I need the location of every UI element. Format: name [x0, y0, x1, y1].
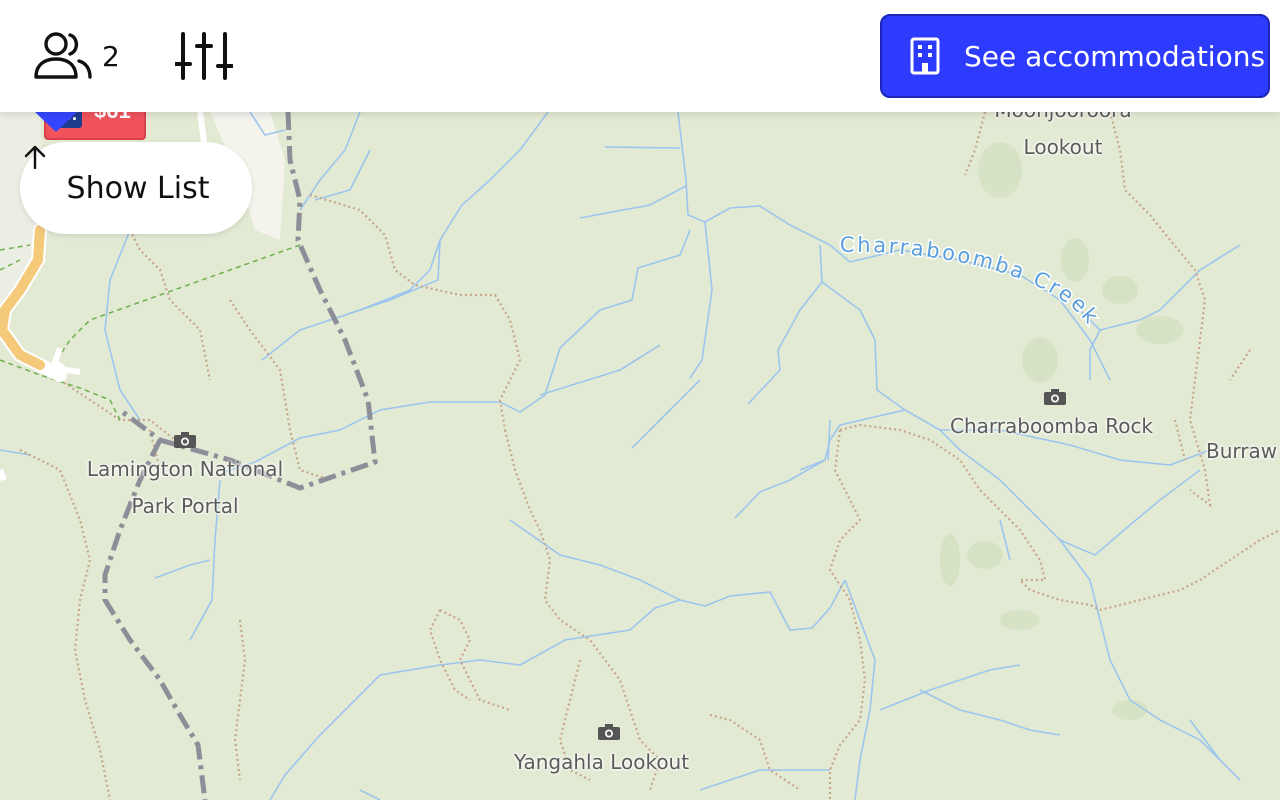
top-bar: 2 See accommodations — [0, 0, 1280, 112]
place-label-yangahla-lookout[interactable]: Yangahla Lookout — [514, 744, 689, 781]
camera-icon — [174, 432, 196, 448]
filters-button[interactable] — [172, 26, 236, 86]
place-label-burraw[interactable]: Burraw — [1206, 433, 1277, 470]
building-icon — [910, 37, 940, 75]
camera-icon — [1044, 389, 1066, 405]
show-list-button[interactable]: Show List — [20, 142, 252, 234]
arrow-up-icon — [24, 145, 46, 170]
see-accommodations-button[interactable]: See accommodations — [880, 14, 1270, 98]
see-accommodations-label: See accommodations — [964, 39, 1266, 73]
camera-icon — [598, 724, 620, 740]
guest-count: 2 — [102, 39, 120, 73]
users-icon — [34, 32, 92, 79]
sliders-icon — [175, 32, 233, 80]
map-canvas[interactable]: Moonjooroora Lookout Charraboomba Rock B… — [0, 0, 1280, 800]
place-label-lamington-portal[interactable]: Lamington National Park Portal — [80, 451, 290, 525]
place-label-charraboomba-rock[interactable]: Charraboomba Rock — [950, 408, 1153, 445]
guests-selector[interactable]: 2 — [32, 26, 120, 86]
show-list-label: Show List — [66, 170, 210, 206]
